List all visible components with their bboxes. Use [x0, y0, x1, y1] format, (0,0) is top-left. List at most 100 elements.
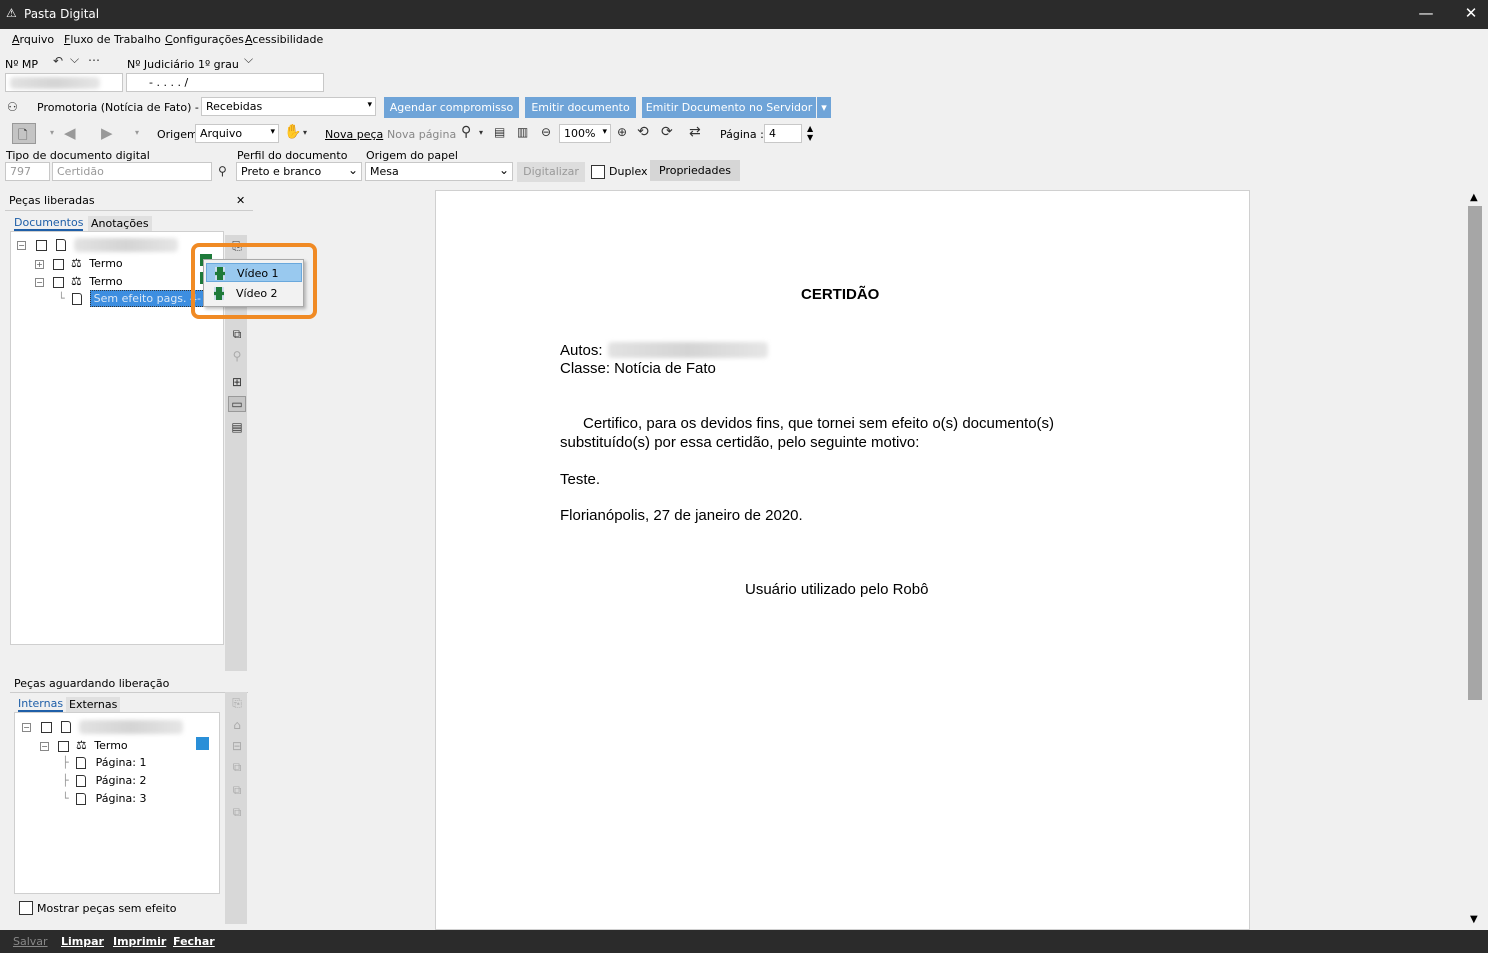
emitir-documento-button[interactable]: Emitir documento — [525, 97, 636, 118]
tab-internas[interactable]: Internas — [18, 697, 64, 712]
doc-heading: CERTIDÃO — [801, 286, 880, 303]
limpar-button[interactable]: Limpar — [61, 935, 104, 948]
copy-icon[interactable]: ⧉ — [228, 327, 246, 342]
menu-arquivo[interactable]: Arquivo — [12, 33, 54, 46]
collapse-icon[interactable]: − — [35, 277, 44, 287]
tab-anotacoes[interactable]: Anotações — [88, 216, 152, 231]
fit-page-icon[interactable]: ▥ — [517, 125, 528, 139]
aguardando-termo[interactable]: − ⚖ Termo — [40, 738, 128, 752]
aguardando-pagina-1[interactable]: ├ Página: 1 — [62, 756, 146, 769]
collapse-icon[interactable]: − — [22, 722, 31, 732]
zoom-out-icon[interactable]: ⊖ — [541, 125, 551, 139]
find-icon[interactable]: ⚲ — [228, 349, 246, 363]
folder-icon[interactable]: ⌂ — [228, 718, 246, 732]
duplicate-icon[interactable]: ⧉ — [228, 805, 246, 820]
expand-icon[interactable]: + — [35, 259, 44, 269]
copy-check-icon[interactable]: ⧉ — [228, 783, 246, 798]
close-window-button[interactable]: ✕ — [1459, 4, 1483, 22]
video-link-icon[interactable] — [196, 737, 209, 750]
rotate-right-icon[interactable]: ⟳ — [661, 124, 673, 140]
scroll-thumb[interactable] — [1468, 206, 1482, 700]
tree-item-termo-1[interactable]: + ⚖ Termo — [35, 256, 123, 270]
copy-icon[interactable]: ⧉ — [228, 760, 246, 775]
nav-dropdown2-icon[interactable]: ▾ — [135, 128, 139, 137]
minimize-button[interactable]: — — [1414, 4, 1438, 22]
agendar-compromisso-button[interactable]: Agendar compromisso — [384, 97, 519, 118]
tipo-doc-code-field[interactable]: 797 — [5, 162, 50, 181]
more-icon[interactable]: ⋯ — [88, 53, 100, 67]
dropdown-arrow-icon: ▾ — [270, 127, 275, 137]
tree-item-sem-efeito[interactable]: └ Sem efeito pags. 4- — [58, 290, 205, 307]
origem-select[interactable]: Arquivo ▾ — [195, 124, 279, 143]
tree-item-label: Termo — [94, 739, 128, 752]
fit-width-icon[interactable]: ▤ — [494, 125, 505, 139]
judicial-number-field[interactable]: - . . . . / — [126, 73, 324, 92]
delete-icon[interactable]: ⊟ — [228, 739, 246, 753]
menu-fluxo-trabalho[interactable]: Fluxo de Trabalho — [64, 33, 161, 46]
aguardando-root[interactable]: − — [22, 720, 183, 734]
chevron-down-icon[interactable]: ⌵ — [70, 52, 79, 67]
imprimir-button[interactable]: Imprimir — [113, 935, 166, 948]
zoom-in-icon[interactable]: ⊕ — [617, 125, 627, 139]
duplex-checkbox[interactable] — [591, 165, 605, 179]
tree-item-termo-2[interactable]: − ⚖ Termo — [35, 274, 123, 288]
collapse-icon[interactable]: − — [17, 240, 26, 250]
undo-icon[interactable]: ↶ — [53, 54, 63, 68]
redacted-label — [78, 720, 183, 734]
menu-acessibilidade[interactable]: Acessibilidade — [245, 33, 323, 46]
previous-icon[interactable]: ◀ — [64, 124, 76, 142]
fechar-button[interactable]: Fechar — [173, 935, 215, 948]
perfil-select[interactable]: Preto e branco ⌄ — [236, 162, 362, 181]
pagina-input[interactable]: 4 — [764, 124, 802, 143]
flip-icon[interactable]: ⇄ — [689, 124, 701, 140]
scroll-up-icon[interactable]: ▲ — [1470, 192, 1478, 203]
hand-icon[interactable]: ✋ — [284, 124, 301, 140]
scroll-down-icon[interactable]: ▼ — [1470, 914, 1478, 925]
collapse-icon[interactable]: − — [40, 741, 49, 751]
term-doc-icon: ⚖ — [76, 738, 87, 752]
digitalizar-button[interactable]: Digitalizar — [517, 162, 585, 182]
emitir-documento-servidor-button[interactable]: Emitir Documento no Servidor — [642, 97, 816, 118]
pagina-label: Página : — [720, 128, 764, 141]
term-doc-icon: ⚖ — [71, 256, 82, 270]
tree-checkbox[interactable] — [35, 239, 47, 251]
fila-select[interactable]: Recebidas ▾ — [201, 97, 376, 116]
tree-checkbox[interactable] — [40, 721, 52, 733]
note-list-icon[interactable]: ▤ — [228, 420, 246, 434]
emitir-servidor-dropdown-button[interactable]: ▾ — [817, 97, 831, 118]
add-note-icon[interactable]: ⊞ — [228, 375, 246, 389]
tree-checkbox[interactable] — [52, 258, 64, 270]
zoom-dropdown-icon[interactable]: ▾ — [479, 128, 483, 137]
select-tool-button[interactable]: 🗋 — [12, 123, 36, 144]
propriedades-button[interactable]: Propriedades — [650, 160, 740, 181]
next-icon[interactable]: ▶ — [101, 124, 113, 142]
hand-dropdown-icon[interactable]: ▾ — [303, 128, 307, 137]
nova-pagina-button[interactable]: Nova página — [387, 128, 456, 141]
tab-documentos[interactable]: Documentos — [14, 216, 84, 231]
salvar-button[interactable]: Salvar — [13, 935, 48, 948]
mostrar-sem-efeito-checkbox[interactable] — [19, 901, 33, 915]
vertical-scrollbar[interactable]: ▲ ▼ — [1466, 190, 1484, 930]
nav-dropdown-icon[interactable]: ▾ — [50, 128, 54, 137]
tipo-doc-field[interactable]: Certidão — [52, 162, 212, 181]
aguardando-pagina-2[interactable]: ├ Página: 2 — [62, 774, 146, 787]
tab-externas[interactable]: Externas — [66, 697, 121, 712]
menu-configuracoes[interactable]: Configurações — [165, 33, 244, 46]
tree-root[interactable]: − — [17, 238, 178, 252]
release-icon[interactable]: ⎘ — [228, 696, 246, 711]
mp-number-field[interactable] — [5, 73, 123, 92]
pagina-spinner-icon[interactable]: ▲ ▼ — [807, 124, 813, 142]
origem-papel-select[interactable]: Mesa ⌄ — [365, 162, 513, 181]
tree-checkbox[interactable] — [52, 276, 64, 288]
aguardando-pagina-3[interactable]: └ Página: 3 — [62, 792, 146, 805]
nova-peca-button[interactable]: Nova peça — [325, 128, 383, 141]
tree-checkbox[interactable] — [57, 740, 69, 752]
close-panel-icon[interactable]: ✕ — [236, 194, 245, 207]
grau-chevron-icon[interactable]: ⌵ — [244, 52, 253, 67]
note-icon[interactable]: ▭ — [228, 396, 246, 412]
search-icon[interactable]: ⚲ — [218, 164, 227, 178]
rotate-left-icon[interactable]: ⟲ — [637, 124, 649, 140]
zoom-select[interactable]: 100% ▾ — [559, 124, 611, 143]
aguardando-actions-strip: ⎘ ⌂ ⊟ ⧉ ⧉ ⧉ — [225, 692, 247, 924]
zoom-search-icon[interactable]: ⚲ — [461, 124, 471, 140]
